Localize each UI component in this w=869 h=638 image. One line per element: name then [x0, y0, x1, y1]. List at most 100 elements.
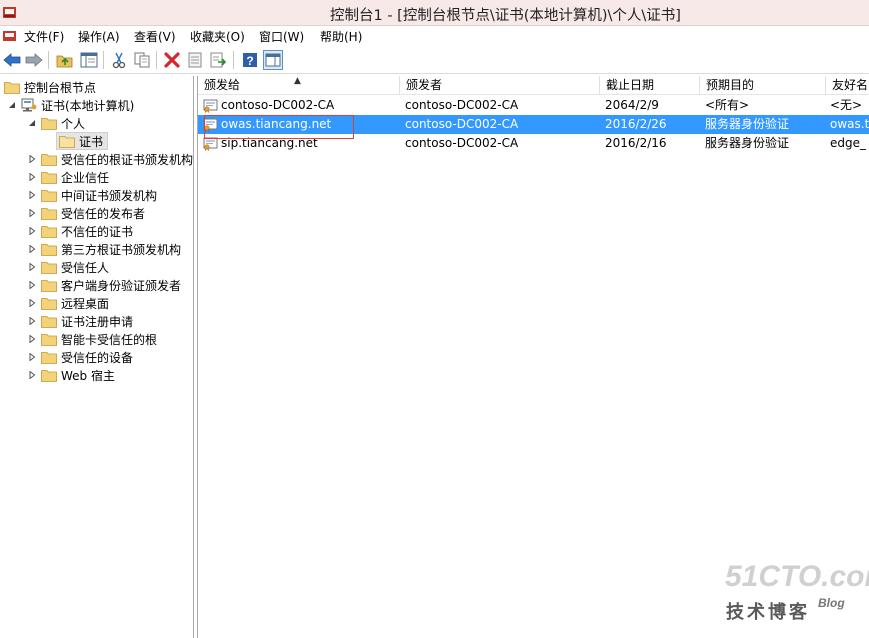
- cell-issued-by: contoso-DC002-CA: [405, 98, 519, 112]
- tree-node-store[interactable]: 智能卡受信任的根: [28, 330, 157, 348]
- collapsed-arrow-icon[interactable]: [28, 209, 36, 217]
- menu-view[interactable]: 查看(V): [134, 28, 176, 45]
- tree-node-personal-certificates[interactable]: 证书: [56, 132, 109, 150]
- expanded-arrow-icon[interactable]: [28, 119, 36, 127]
- collapsed-arrow-icon[interactable]: [28, 281, 36, 289]
- tree-label: 个人: [61, 116, 86, 131]
- certificate-list[interactable]: 颁发给 ▲ 颁发者 截止日期 预期目的 友好名 contoso-DC002-CA…: [197, 76, 869, 638]
- window-title: 控制台1 - [控制台根节点\证书(本地计算机)\个人\证书]: [330, 8, 681, 24]
- toolbar-separator: [103, 51, 104, 69]
- collapsed-arrow-icon[interactable]: [28, 263, 36, 271]
- collapsed-arrow-icon[interactable]: [28, 173, 36, 181]
- column-header-intended-purposes[interactable]: 预期目的: [700, 76, 826, 95]
- toolbar-separator: [156, 51, 157, 69]
- tree-label: Web 宿主: [61, 368, 115, 383]
- title-bar: 控制台1 - [控制台根节点\证书(本地计算机)\个人\证书]: [0, 0, 869, 26]
- tree-label: 远程桌面: [61, 296, 110, 311]
- show-action-pane-icon[interactable]: [263, 50, 283, 70]
- delete-icon[interactable]: [162, 50, 182, 70]
- tree-label: 第三方根证书颁发机构: [61, 242, 182, 257]
- sort-ascending-icon: ▲: [294, 76, 301, 86]
- collapsed-arrow-icon[interactable]: [28, 245, 36, 253]
- column-header-expiration-date[interactable]: 截止日期: [600, 76, 700, 95]
- column-label: 颁发给: [204, 78, 241, 92]
- column-label: 预期目的: [706, 78, 755, 92]
- menu-action[interactable]: 操作(A): [78, 28, 120, 45]
- cell-expiration-date: 2064/2/9: [605, 98, 659, 112]
- folder-icon: [41, 153, 57, 166]
- tree-node-store[interactable]: Web 宿主: [28, 366, 115, 384]
- tree-node-store[interactable]: 客户端身份验证颁发者: [28, 276, 181, 294]
- collapsed-arrow-icon[interactable]: [28, 317, 36, 325]
- collapsed-arrow-icon[interactable]: [28, 371, 36, 379]
- menu-help[interactable]: 帮助(H): [320, 28, 362, 45]
- tree-label: 企业信任: [61, 170, 110, 185]
- tree-label: 中间证书颁发机构: [61, 188, 158, 203]
- tree-node-personal[interactable]: 个人: [28, 114, 85, 132]
- folder-icon: [41, 243, 57, 256]
- column-header-issued-to[interactable]: 颁发给 ▲: [198, 76, 400, 95]
- collapsed-arrow-icon[interactable]: [28, 299, 36, 307]
- menu-window[interactable]: 窗口(W): [259, 28, 304, 45]
- properties-icon[interactable]: [185, 50, 205, 70]
- cell-expiration-date: 2016/2/16: [605, 136, 667, 150]
- collapsed-arrow-icon[interactable]: [28, 191, 36, 199]
- folder-icon: [41, 117, 57, 130]
- tree-node-store[interactable]: 第三方根证书颁发机构: [28, 240, 181, 258]
- menu-file[interactable]: 文件(F): [24, 28, 64, 45]
- column-label: 截止日期: [606, 78, 655, 92]
- folder-icon: [41, 315, 57, 328]
- certificate-store-icon: [21, 98, 37, 112]
- column-label: 颁发者: [406, 78, 443, 92]
- tree-node-store[interactable]: 企业信任: [28, 168, 109, 186]
- highlight-annotation-box: [204, 115, 354, 139]
- tree-label: 证书: [79, 134, 104, 149]
- copy-icon[interactable]: [132, 50, 152, 70]
- tree-label: 证书(本地计算机): [41, 98, 135, 113]
- collapsed-arrow-icon[interactable]: [28, 353, 36, 361]
- tree-node-store[interactable]: 不信任的证书: [28, 222, 133, 240]
- menu-favorites[interactable]: 收藏夹(O): [190, 28, 245, 45]
- collapsed-arrow-icon[interactable]: [28, 335, 36, 343]
- certificate-row[interactable]: contoso-DC002-CA contoso-DC002-CA 2064/2/9…: [198, 96, 869, 115]
- cell-friendly-name: owas.t: [830, 117, 869, 131]
- menu-bar: 文件(F) 操作(A) 查看(V) 收藏夹(O) 窗口(W) 帮助(H): [0, 26, 869, 46]
- mmc-app-icon[interactable]: [2, 5, 17, 20]
- tree-label: 证书注册申请: [61, 314, 134, 329]
- tree-label: 受信任的根证书颁发机构: [61, 152, 194, 167]
- tree-node-store[interactable]: 受信任人: [28, 258, 109, 276]
- folder-icon: [41, 261, 57, 274]
- tree-node-certificates-local-computer[interactable]: 证书(本地计算机): [8, 96, 134, 114]
- tree-node-store[interactable]: 受信任的发布者: [28, 204, 145, 222]
- tree-node-store[interactable]: 远程桌面: [28, 294, 109, 312]
- collapsed-arrow-icon[interactable]: [28, 155, 36, 163]
- up-folder-icon[interactable]: [55, 50, 75, 70]
- cut-icon[interactable]: [109, 50, 129, 70]
- toolbar: ?: [0, 46, 869, 74]
- help-icon[interactable]: ?: [240, 50, 260, 70]
- export-list-icon[interactable]: [208, 50, 228, 70]
- tree-label: 受信任的设备: [61, 350, 134, 365]
- folder-icon: [41, 369, 57, 382]
- tree-node-store[interactable]: 证书注册申请: [28, 312, 133, 330]
- column-header-issued-by[interactable]: 颁发者: [400, 76, 600, 95]
- tree-node-console-root[interactable]: 控制台根节点: [4, 78, 96, 96]
- folder-icon: [41, 279, 57, 292]
- collapsed-arrow-icon[interactable]: [28, 227, 36, 235]
- console-menu-icon[interactable]: [2, 29, 17, 43]
- tree-node-store[interactable]: 受信任的根证书颁发机构: [28, 150, 193, 168]
- tree-label: 控制台根节点: [24, 80, 97, 95]
- folder-icon: [41, 297, 57, 310]
- column-header-friendly-name[interactable]: 友好名: [826, 76, 869, 95]
- back-arrow-icon[interactable]: [2, 50, 22, 70]
- console-tree[interactable]: 控制台根节点 证书(本地计算机) 个人 证书 受信任的根证书颁发机构 企业信任中间…: [0, 76, 194, 638]
- tree-node-store[interactable]: 受信任的设备: [28, 348, 133, 366]
- cell-friendly-name: edge_: [830, 136, 866, 150]
- show-hide-tree-icon[interactable]: [79, 50, 99, 70]
- column-label: 友好名: [832, 78, 869, 92]
- cell-issued-by: contoso-DC002-CA: [405, 136, 519, 150]
- tree-label: 受信任的发布者: [61, 206, 146, 221]
- tree-node-store[interactable]: 中间证书颁发机构: [28, 186, 157, 204]
- forward-arrow-icon[interactable]: [24, 50, 44, 70]
- expanded-arrow-icon[interactable]: [8, 101, 16, 109]
